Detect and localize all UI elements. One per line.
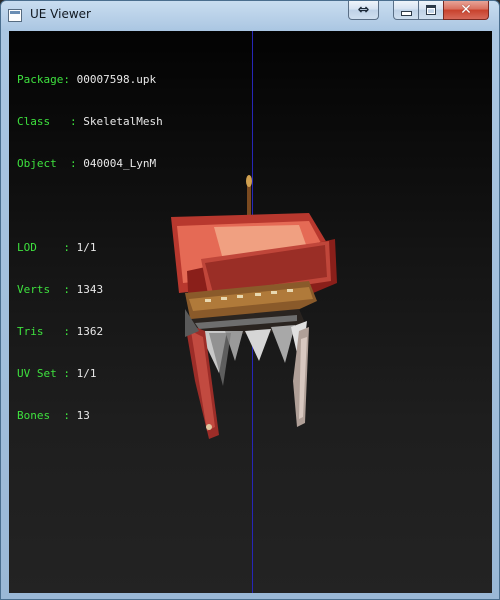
- info-separator: :: [50, 283, 77, 296]
- maximize-icon: [426, 5, 436, 15]
- maximize-button[interactable]: [418, 1, 444, 20]
- info-row-lod: LOD : 1/1: [17, 241, 163, 255]
- info-label: Tris: [17, 325, 44, 338]
- close-button[interactable]: ✕: [443, 1, 489, 20]
- info-label: Package: [17, 73, 64, 86]
- info-separator: :: [36, 241, 77, 254]
- info-value: SkeletalMesh: [83, 115, 163, 128]
- info-separator: :: [56, 367, 77, 380]
- toggle-fullscreen-button[interactable]: ⇔: [348, 1, 379, 20]
- info-row-uvset: UV Set : 1/1: [17, 367, 163, 381]
- minimize-button[interactable]: [393, 1, 419, 20]
- mesh-info-panel: Package: 00007598.upk Class : SkeletalMe…: [17, 45, 163, 451]
- swap-arrows-icon: ⇔: [357, 2, 370, 18]
- info-value: 00007598.upk: [76, 73, 157, 86]
- info-label: Class: [17, 115, 51, 128]
- info-row-bones: Bones : 13: [17, 409, 163, 423]
- info-row-class: Class : SkeletalMesh: [17, 115, 163, 129]
- info-value: 1343: [76, 283, 104, 296]
- minimize-icon: [400, 10, 412, 16]
- info-label: Verts: [17, 283, 51, 296]
- info-separator: :: [63, 73, 77, 86]
- info-label: Object: [17, 157, 57, 170]
- info-label: Bones: [17, 409, 51, 422]
- app-icon: [8, 9, 22, 22]
- app-window: UE Viewer ⇔ ✕ Package: 00007598.upk Clas…: [0, 0, 500, 600]
- info-separator: :: [50, 409, 77, 422]
- info-row-tris: Tris : 1362: [17, 325, 163, 339]
- info-row-verts: Verts : 1343: [17, 283, 163, 297]
- info-label: LOD: [17, 241, 37, 254]
- info-separator: :: [56, 157, 84, 170]
- title-bar[interactable]: UE Viewer ⇔ ✕: [1, 1, 499, 31]
- info-separator: :: [50, 115, 84, 128]
- info-row-object: Object : 040004_LynM: [17, 157, 163, 171]
- info-value: 13: [76, 409, 90, 422]
- info-value: 1/1: [76, 241, 97, 254]
- info-value: 1/1: [76, 367, 97, 380]
- info-label: UV Set: [17, 367, 57, 380]
- info-value: 040004_LynM: [83, 157, 157, 170]
- info-separator: :: [43, 325, 77, 338]
- 3d-viewport[interactable]: Package: 00007598.upk Class : SkeletalMe…: [9, 31, 492, 593]
- close-icon: ✕: [460, 2, 472, 18]
- info-value: 1362: [76, 325, 104, 338]
- info-row-package: Package: 00007598.upk: [17, 73, 163, 87]
- window-title: UE Viewer: [30, 7, 91, 21]
